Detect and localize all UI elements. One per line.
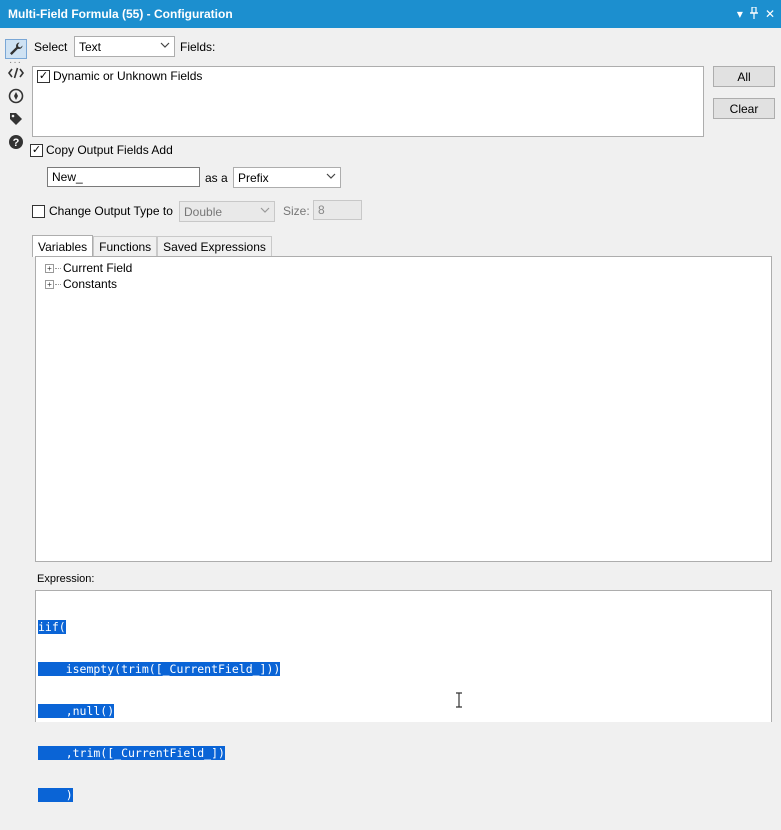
tab-saved-expressions[interactable]: Saved Expressions: [157, 236, 272, 257]
pin-icon[interactable]: [749, 6, 759, 21]
expand-icon[interactable]: +: [45, 279, 54, 289]
copy-output-label: Copy Output Fields Add: [46, 143, 173, 157]
chevron-down-icon: [260, 205, 270, 218]
dropdown-icon[interactable]: ▾: [737, 8, 743, 20]
size-label: Size:: [283, 204, 310, 218]
all-button[interactable]: All: [713, 66, 775, 87]
size-value: 8: [318, 203, 325, 217]
tree-item-constants[interactable]: + Constants: [45, 277, 117, 291]
window-controls: ▾ ✕: [737, 0, 775, 28]
tab-variables[interactable]: Variables: [32, 235, 94, 257]
change-type-checkbox[interactable]: [32, 205, 45, 218]
code-line: ,null(): [38, 704, 115, 718]
wrench-icon[interactable]: [5, 39, 27, 59]
code-icon[interactable]: [5, 63, 27, 83]
tree-item-label: Current Field: [63, 261, 133, 275]
fields-list: ✓ Dynamic or Unknown Fields: [32, 66, 704, 137]
expression-editor[interactable]: iif( isempty(trim([_CurrentField_])) ,nu…: [35, 590, 772, 802]
field-label-dynamic: Dynamic or Unknown Fields: [53, 69, 203, 83]
expand-icon[interactable]: +: [45, 263, 54, 273]
select-label: Select: [34, 40, 68, 54]
help-icon[interactable]: ?: [5, 132, 27, 152]
select-type-value: Text: [79, 39, 102, 54]
chevron-down-icon: [160, 40, 170, 53]
field-checkbox-dynamic[interactable]: ✓: [37, 70, 50, 83]
output-type-dropdown[interactable]: Double: [179, 201, 275, 222]
code-line: isempty(trim([_CurrentField_])): [38, 662, 281, 676]
text-cursor-icon: [455, 692, 463, 713]
expression-label: Expression:: [37, 573, 95, 585]
prefix-text-input[interactable]: New_: [47, 167, 200, 187]
size-input[interactable]: 8: [313, 200, 362, 220]
clear-button[interactable]: Clear: [713, 98, 775, 119]
code-line: ,trim([_CurrentField_]): [38, 746, 225, 760]
code-line: iif(: [38, 620, 66, 634]
as-a-label: as a: [205, 171, 228, 185]
variables-tree: + Current Field + Constants: [35, 256, 772, 562]
chevron-down-icon: [326, 171, 336, 184]
close-icon[interactable]: ✕: [765, 8, 775, 20]
tree-item-current-field[interactable]: + Current Field: [45, 261, 132, 275]
prefix-suffix-dropdown[interactable]: Prefix: [233, 167, 341, 188]
prefix-text-value: New_: [52, 170, 83, 184]
code-line: ): [38, 788, 73, 802]
select-type-dropdown[interactable]: Text: [74, 36, 175, 57]
tab-bar: Variables Functions Saved Expressions: [32, 235, 272, 257]
window-titlebar: Multi-Field Formula (55) - Configuration…: [0, 0, 781, 28]
expression-code[interactable]: iif( isempty(trim([_CurrentField_])) ,nu…: [38, 592, 281, 830]
compass-icon[interactable]: [5, 86, 27, 106]
tag-icon[interactable]: [5, 109, 27, 129]
output-type-value: Double: [184, 204, 223, 219]
tab-functions[interactable]: Functions: [93, 236, 158, 257]
window-title: Multi-Field Formula (55) - Configuration: [8, 7, 233, 21]
fields-label: Fields:: [180, 40, 216, 54]
copy-output-checkbox[interactable]: ✓: [30, 144, 43, 157]
tree-item-label: Constants: [63, 277, 118, 291]
prefix-suffix-value: Prefix: [238, 170, 269, 185]
change-type-label: Change Output Type to: [49, 204, 173, 218]
svg-text:?: ?: [13, 137, 20, 149]
